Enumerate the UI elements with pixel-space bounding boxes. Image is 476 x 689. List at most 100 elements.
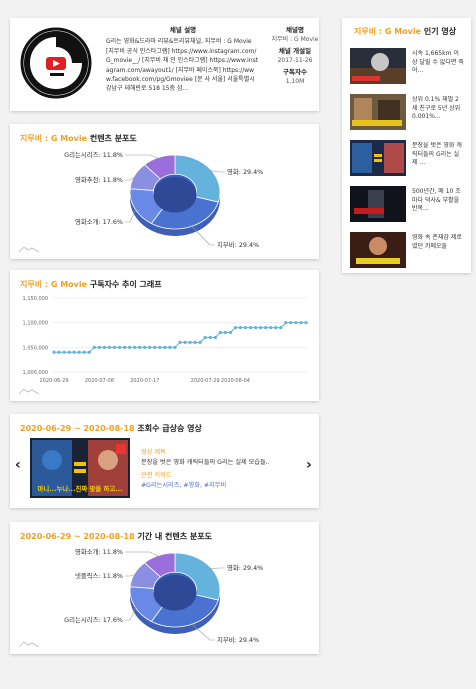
data-point bbox=[248, 326, 253, 330]
data-point bbox=[62, 350, 66, 354]
pie-label: 영화추천: 11.8% bbox=[75, 175, 123, 184]
data-point bbox=[203, 335, 207, 340]
rising-video-title: 2020-06-29 ~ 2020-08-18 조회수 급상승 영상 bbox=[20, 423, 202, 434]
rising-video-keywords-label: 관련 키워드 bbox=[141, 472, 172, 479]
carousel-prev-button[interactable]: ‹ bbox=[15, 457, 21, 473]
series-line bbox=[54, 322, 306, 353]
pie-label: 지무비: 29.4% bbox=[217, 240, 259, 249]
data-point bbox=[138, 345, 142, 349]
popular-video-item[interactable]: 500년간, 매 10 조마다 덕사& 부활을 반복... bbox=[350, 186, 462, 226]
data-point bbox=[143, 345, 147, 349]
channel-meta: 채널명 지무비 : G Movie 채널 개설일 2017-11-26 구독자수… bbox=[266, 26, 324, 89]
data-point bbox=[168, 345, 172, 349]
data-point bbox=[223, 330, 227, 335]
data-point bbox=[218, 330, 222, 335]
popular-video-title: 분장을 벗은 영화 캐릭터들의 G리는 실제 ... bbox=[412, 142, 462, 166]
popular-video-item[interactable]: 분장을 벗은 영화 캐릭터들의 G리는 실제 ... bbox=[350, 140, 462, 180]
data-point bbox=[57, 350, 61, 354]
pie-label: 영화: 29.4% bbox=[227, 167, 263, 176]
channel-name-value: 지무비 : G Movie bbox=[271, 36, 319, 43]
data-point bbox=[208, 335, 212, 340]
data-point bbox=[67, 350, 71, 354]
subscriber-trend-chart: 1,000,000 1,050,000 1,100,000 1,150,000 2020… bbox=[23, 296, 308, 384]
data-point bbox=[233, 326, 238, 330]
data-point bbox=[254, 326, 258, 330]
donut-hole bbox=[153, 575, 197, 611]
data-point bbox=[304, 321, 308, 325]
watermark-logo-icon bbox=[18, 388, 40, 395]
x-tick-label: 2020-07-29 bbox=[191, 378, 220, 384]
data-point bbox=[158, 345, 162, 349]
pie-label: G리는시리즈: 17.6% bbox=[64, 615, 123, 624]
data-point bbox=[238, 326, 243, 330]
pie-label: 영화: 29.4% bbox=[227, 563, 263, 572]
data-point bbox=[284, 321, 288, 325]
subscriber-trend-card: 지무비 : G Movie 구독자수 추이 그래프 1,000,000 1,050… bbox=[10, 270, 319, 401]
popular-video-title: 500년간, 매 10 조마다 덕사& 부활을 반복... bbox=[412, 188, 461, 212]
video-thumbnail bbox=[350, 94, 406, 130]
data-point bbox=[228, 330, 232, 335]
y-tick-label: 1,050,000 bbox=[23, 345, 48, 351]
data-point bbox=[299, 321, 303, 325]
popular-title-rest: 인기 영상 bbox=[421, 27, 457, 36]
video-thumbnail bbox=[350, 48, 406, 84]
pie-label: 영화소개: 17.6% bbox=[75, 217, 123, 226]
data-point bbox=[294, 321, 298, 325]
y-tick-label: 1,100,000 bbox=[23, 321, 48, 327]
y-tick-label: 1,000,000 bbox=[23, 370, 48, 376]
data-point bbox=[87, 350, 91, 354]
video-thumbnail bbox=[350, 232, 406, 268]
data-point bbox=[188, 340, 192, 344]
channel-description: 채널 설명 G리는 영화&드라마 리뷰&트리뷰채널, 지무비 : G Movie… bbox=[106, 26, 260, 95]
rising-video-keywords: #G리는시리즈, #영화, #지무비 bbox=[141, 482, 227, 489]
popular-video-item[interactable]: 상위 0.1% 재벌 2세 친구로 5년 상위 0.001%... bbox=[350, 94, 462, 134]
x-tick-label: 2020-07-17 bbox=[130, 378, 159, 384]
content-distribution-chart: 영화: 29.4% 지무비: 29.4% 영화소개: 17.6% 영화추천: 11.8… bbox=[64, 150, 263, 249]
pie-label: 영화소개: 11.8% bbox=[75, 547, 123, 556]
channel-logo bbox=[20, 27, 92, 99]
rising-video-thumbnail[interactable]: 마니...누나...진짜 맞을 하고... bbox=[30, 438, 130, 498]
data-point bbox=[274, 326, 278, 330]
data-point bbox=[193, 340, 197, 344]
carousel-next-button[interactable]: › bbox=[306, 457, 312, 473]
y-tick-label: 1,150,000 bbox=[23, 296, 48, 302]
subscriber-count-label: 구독자수 bbox=[283, 68, 307, 76]
data-point bbox=[264, 326, 268, 330]
rising-video-title-text[interactable]: 분장을 벗은 영화 캐릭터들의 G리는 실제 모습들.. bbox=[141, 457, 270, 466]
video-thumbnail bbox=[350, 140, 406, 176]
pie-label: 넷플릭스: 11.8% bbox=[75, 571, 123, 580]
data-point bbox=[102, 345, 106, 349]
rising-title-range: 2020-06-29 ~ 2020-08-18 bbox=[20, 424, 135, 433]
data-point bbox=[133, 345, 137, 349]
data-point bbox=[128, 345, 132, 349]
data-point bbox=[52, 350, 56, 354]
data-point bbox=[213, 335, 217, 340]
popular-video-item[interactable]: 영화 속 존재감 제로였던 카메오들 bbox=[350, 232, 462, 272]
pie-leader-line bbox=[209, 567, 225, 569]
popular-video-title: 영화 속 존재감 제로였던 카메오들 bbox=[412, 234, 462, 250]
popular-videos-card: 지무비 : G Movie 인기 영상 시속 1,665km 이상 달릴 수 없… bbox=[342, 18, 471, 273]
rising-video-title-label: 영상 제목 bbox=[141, 449, 166, 456]
data-point bbox=[269, 326, 273, 330]
data-point bbox=[163, 345, 167, 349]
popular-title-brand: 지무비 : G Movie bbox=[354, 27, 422, 36]
data-point bbox=[279, 326, 283, 330]
data-point bbox=[183, 340, 187, 344]
data-point bbox=[178, 340, 182, 344]
watermark-logo-icon bbox=[18, 641, 40, 648]
data-point bbox=[259, 326, 263, 330]
subscriber-count-value: 1.10M bbox=[285, 78, 305, 85]
content-distribution-card: 지무비 : G Movie 컨텐츠 분포도 영화: 29.4% 지무비: 29.4… bbox=[10, 124, 319, 259]
channel-desc-heading: 채널 설명 bbox=[169, 26, 197, 34]
popular-video-title: 상위 0.1% 재벌 2세 친구로 5년 상위 0.001%... bbox=[412, 96, 461, 120]
data-point bbox=[243, 326, 248, 330]
data-point bbox=[82, 350, 86, 354]
data-point bbox=[97, 345, 101, 349]
popular-video-item[interactable]: 시속 1,665km 이상 달릴 수 없다면 죽어... bbox=[350, 48, 464, 88]
popular-video-title: 시속 1,665km 이상 달릴 수 없다면 죽어... bbox=[412, 50, 464, 74]
data-point bbox=[107, 345, 112, 349]
popular-videos-title: 지무비 : G Movie 인기 영상 bbox=[354, 26, 456, 37]
rising-video-card: 2020-06-29 ~ 2020-08-18 조회수 급상승 영상 ‹ › 마… bbox=[10, 414, 319, 508]
x-tick-label: 2020-07-08 bbox=[85, 378, 114, 384]
x-tick-label: 2020-08-04 bbox=[221, 378, 250, 384]
